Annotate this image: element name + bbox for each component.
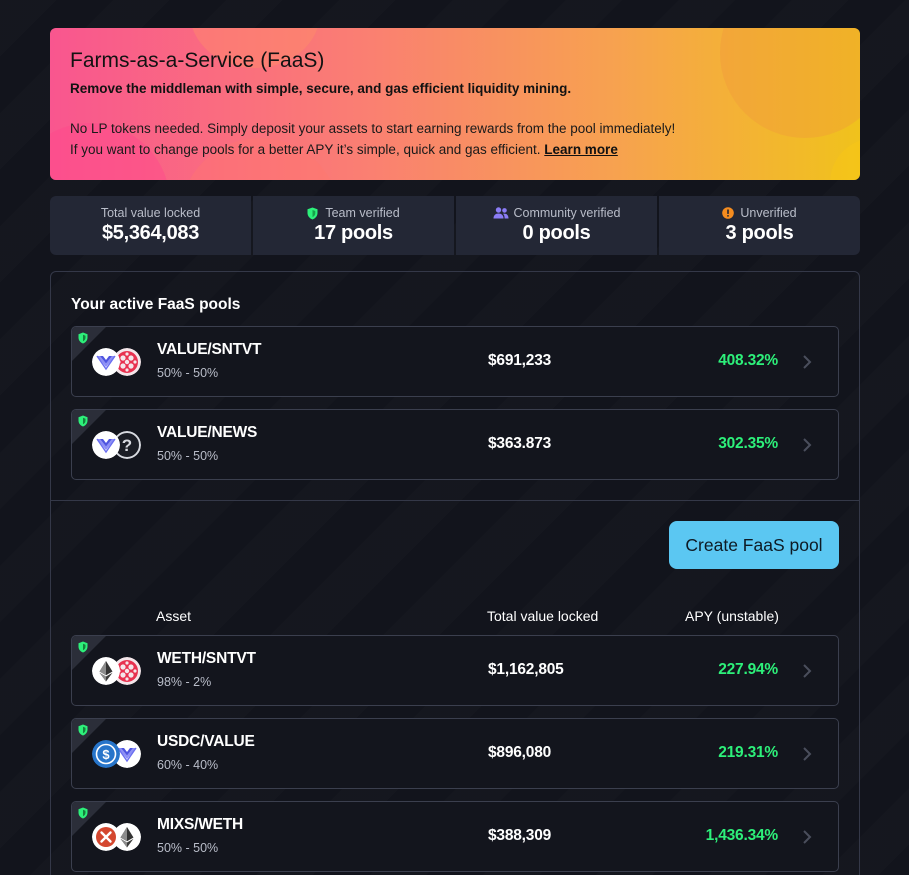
stat-value: $5,364,083 xyxy=(101,222,200,244)
banner-title: Farms-as-a-Service (FaaS) xyxy=(70,49,325,72)
verified-shield-icon xyxy=(78,415,88,427)
usdc-token-icon: $ xyxy=(92,740,120,768)
column-header-asset: Asset xyxy=(156,608,192,624)
pool-apy: 219.31% xyxy=(718,744,778,761)
banner-subtitle: Remove the middleman with simple, secure… xyxy=(70,81,572,96)
pool-name: WETH/SNTVT xyxy=(157,650,256,667)
stat-value: 0 pools xyxy=(522,222,591,244)
column-header-apy: APY (unstable) xyxy=(685,608,779,624)
shield-icon xyxy=(307,207,320,220)
create-faas-pool-button[interactable]: Create FaaS pool xyxy=(669,521,839,569)
svg-text:?: ? xyxy=(122,436,132,455)
verified-shield-icon xyxy=(78,807,88,819)
chevron-right-icon xyxy=(803,664,812,678)
pool-apy: 302.35% xyxy=(718,435,778,452)
pool-tvl: $896,080 xyxy=(488,744,552,761)
value-token-icon xyxy=(92,348,120,376)
pool-tvl: $388,309 xyxy=(488,827,552,844)
stat-label: Total value locked xyxy=(100,206,201,220)
verified-shield-icon xyxy=(78,724,88,736)
verified-shield-icon xyxy=(78,332,88,344)
pool-apy: 227.94% xyxy=(718,661,778,678)
pool-row[interactable]: $ USDC/VALUE 60% - 40% $896,080 219.31% xyxy=(71,718,839,789)
pool-tvl: $691,233 xyxy=(488,352,552,369)
pool-row[interactable]: MIXS/WETH 50% - 50% $388,309 1,436.34% xyxy=(71,801,839,872)
pool-apy: 1,436.34% xyxy=(705,827,779,844)
pool-ratio: 60% - 40% xyxy=(157,758,219,772)
active-pools-title: Your active FaaS pools xyxy=(71,296,241,313)
pool-name: MIXS/WETH xyxy=(157,816,244,833)
stat-value: 17 pools xyxy=(314,222,393,244)
banner-description: No LP tokens needed. Simply deposit your… xyxy=(70,121,676,136)
pool-apy: 408.32% xyxy=(718,352,778,369)
column-header-tvl: Total value locked xyxy=(487,608,599,624)
pool-tvl: $1,162,805 xyxy=(488,661,564,678)
pool-name: USDC/VALUE xyxy=(157,733,255,750)
chevron-right-icon xyxy=(803,830,812,844)
pool-ratio: 50% - 50% xyxy=(157,366,219,380)
pool-ratio: 98% - 2% xyxy=(157,675,212,689)
chevron-right-icon xyxy=(803,747,812,761)
users-icon xyxy=(493,206,509,220)
stat-unverified: Unverified 3 pools xyxy=(659,196,860,255)
learn-more-link[interactable]: Learn more xyxy=(544,142,618,157)
stat-label: Community verified xyxy=(493,206,620,220)
mixs-token-icon xyxy=(92,823,120,851)
stat-total-value-locked: Total value locked $5,364,083 xyxy=(50,196,251,255)
banner-description: If you want to change pools for a better… xyxy=(70,142,618,157)
stat-value: 3 pools xyxy=(725,222,794,244)
chevron-right-icon xyxy=(803,438,812,452)
value-token-icon xyxy=(92,431,120,459)
stat-team-verified: Team verified 17 pools xyxy=(253,196,454,255)
pool-ratio: 50% - 50% xyxy=(157,841,219,855)
pools-panel: Your active FaaS pools VALUE/SNTVT 50% -… xyxy=(50,271,860,875)
pool-tvl: $363.873 xyxy=(488,435,552,452)
stat-label: Team verified xyxy=(307,206,400,220)
stat-label: Unverified xyxy=(722,206,797,220)
section-divider xyxy=(51,500,859,501)
stat-community-verified: Community verified 0 pools xyxy=(456,196,657,255)
banner-description-text: If you want to change pools for a better… xyxy=(70,142,541,157)
eth-token-icon xyxy=(92,657,120,685)
pool-ratio: 50% - 50% xyxy=(157,449,219,463)
banner-decoration xyxy=(720,28,860,138)
active-pool-row[interactable]: ? VALUE/NEWS 50% - 50% $363.873 302.35% xyxy=(71,409,839,480)
warning-icon xyxy=(722,206,735,220)
verified-shield-icon xyxy=(78,641,88,653)
stats-bar: Total value locked $5,364,083 Team verif… xyxy=(50,196,860,255)
faas-banner: Farms-as-a-Service (FaaS) Remove the mid… xyxy=(50,28,860,180)
active-pool-row[interactable]: VALUE/SNTVT 50% - 50% $691,233 408.32% xyxy=(71,326,839,397)
pool-name: VALUE/NEWS xyxy=(157,424,258,441)
svg-text:$: $ xyxy=(102,747,110,762)
banner-decoration xyxy=(830,138,860,180)
chevron-right-icon xyxy=(803,355,812,369)
pool-row[interactable]: WETH/SNTVT 98% - 2% $1,162,805 227.94% xyxy=(71,635,839,706)
pool-name: VALUE/SNTVT xyxy=(157,341,262,358)
